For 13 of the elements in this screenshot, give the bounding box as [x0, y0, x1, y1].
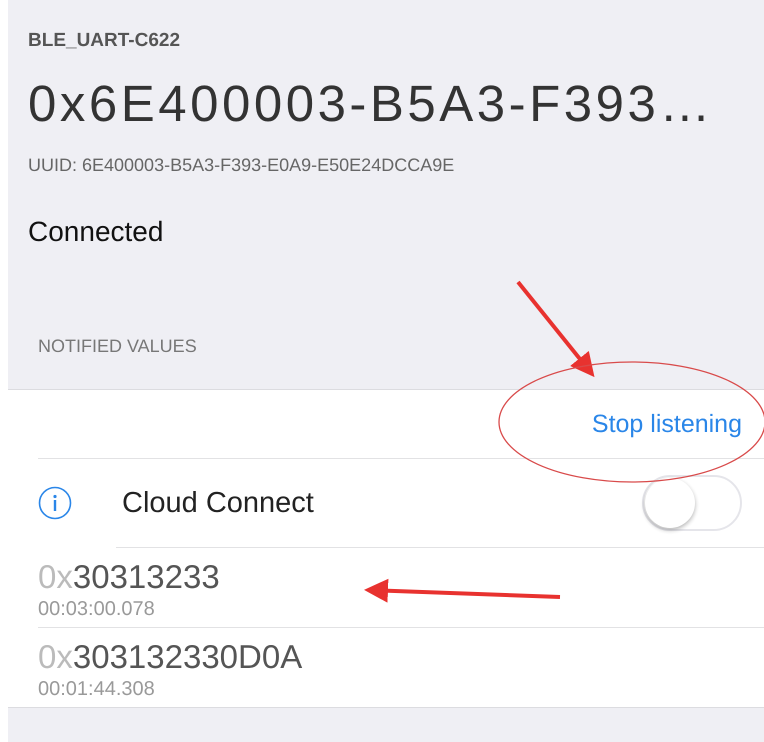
stop-listening-button[interactable]: Stop listening [592, 410, 742, 438]
timestamp: 00:01:44.308 [38, 678, 156, 701]
notified-value: 0x303132330D0A [38, 638, 302, 676]
section-header: NOTIFIED VALUES [38, 336, 198, 357]
cloud-connect-label: Cloud Connect [122, 486, 315, 520]
cloud-connect-toggle[interactable] [642, 475, 742, 531]
timestamp: 00:03:00.078 [38, 598, 156, 621]
uuid-text: UUID: 6E400003-B5A3-F393-E0A9-E50E24DCCA9E [28, 155, 456, 176]
connection-status: Connected [28, 216, 164, 248]
device-name: BLE_UART-C622 [28, 30, 182, 52]
characteristic-title: 0x6E400003-B5A3-F393… [28, 74, 715, 133]
info-icon[interactable] [38, 486, 72, 520]
notified-value: 0x30313233 [38, 558, 220, 596]
